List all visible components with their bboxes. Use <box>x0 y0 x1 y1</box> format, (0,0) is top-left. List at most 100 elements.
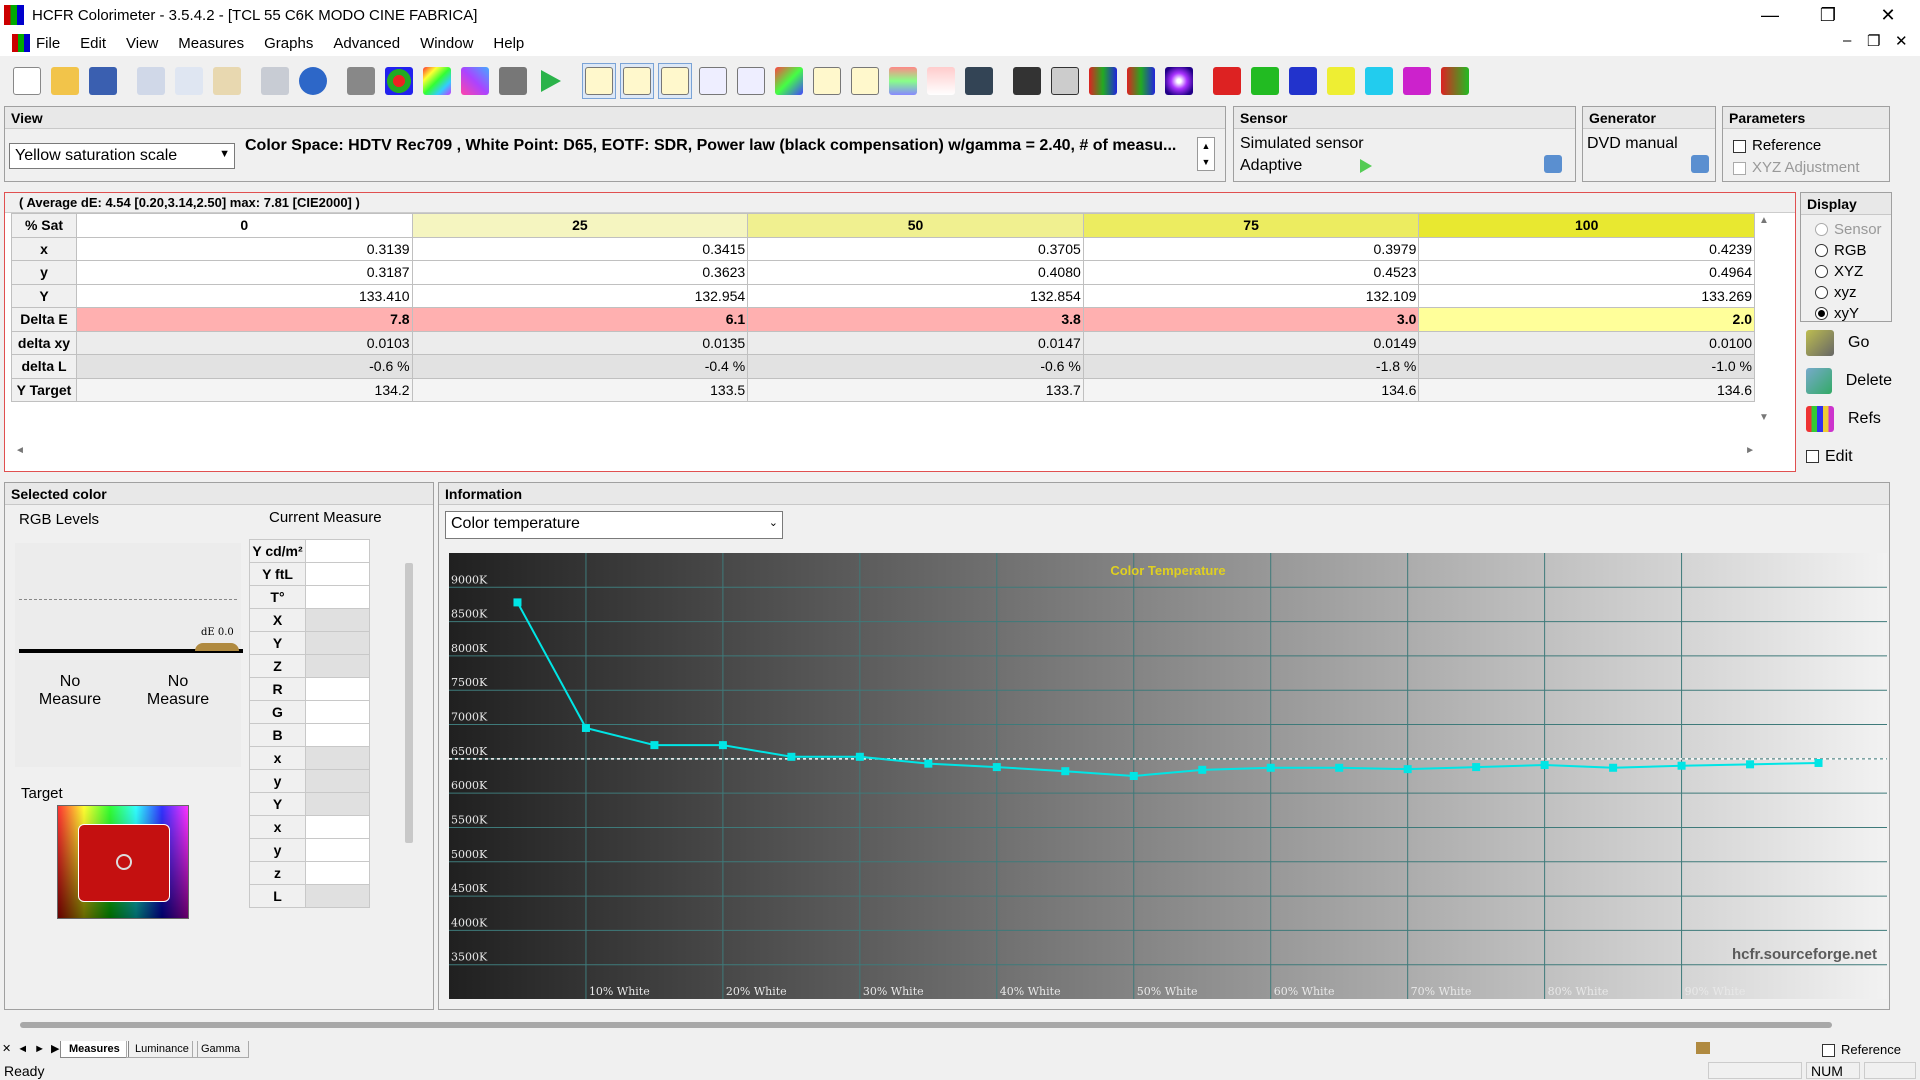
menu-advanced[interactable]: Advanced <box>323 35 410 52</box>
main-horizontal-scrollbar[interactable] <box>20 1022 1832 1028</box>
grid-cell[interactable]: 132.954 <box>411 283 749 308</box>
grid-cell[interactable]: 0.3187 <box>76 260 413 285</box>
grid-cell[interactable]: 0.0135 <box>411 330 749 355</box>
radio-xyz-upper[interactable]: XYZ <box>1801 261 1891 282</box>
grid-cell[interactable]: 133.269 <box>1418 283 1755 308</box>
grid-cell[interactable]: 132.854 <box>747 283 1084 308</box>
grid-cell[interactable]: 2.0 <box>1418 307 1755 332</box>
menu-measures[interactable]: Measures <box>168 35 254 52</box>
grid-cell[interactable]: 0.4523 <box>1082 260 1420 285</box>
menu-help[interactable]: Help <box>483 35 534 52</box>
grid-cell[interactable]: 0.4080 <box>747 260 1084 285</box>
view-rgb-button[interactable] <box>696 63 730 99</box>
open-button[interactable] <box>48 63 82 99</box>
column-header[interactable]: 0 <box>76 213 413 238</box>
grid-cell[interactable]: 133.7 <box>747 377 1084 402</box>
mdi-minimize-button[interactable]: – <box>1843 32 1851 49</box>
grid-cell[interactable]: 134.6 <box>1418 377 1755 402</box>
radio-dot[interactable] <box>1815 307 1828 320</box>
column-header[interactable]: 75 <box>1082 213 1420 238</box>
measure-blue-sat-button[interactable] <box>1286 63 1320 99</box>
radio-xyy[interactable]: xyY <box>1801 303 1891 324</box>
radio-rgb[interactable]: RGB <box>1801 240 1891 261</box>
go-button[interactable]: Go <box>1800 328 1892 358</box>
grid-cell[interactable]: -1.8 % <box>1082 354 1420 379</box>
menu-edit[interactable]: Edit <box>70 35 116 52</box>
mdi-close-button[interactable]: ✕ <box>1895 32 1908 50</box>
grid-horizontal-scrollbar[interactable]: ◄ ► <box>15 445 1755 459</box>
column-header[interactable]: 50 <box>747 213 1084 238</box>
view-satshift-button[interactable] <box>886 63 920 99</box>
sensor-play-icon[interactable] <box>1360 159 1372 173</box>
grid-cell[interactable]: 0.0100 <box>1418 330 1755 355</box>
grid-cell[interactable]: -0.6 % <box>76 354 413 379</box>
play-button[interactable] <box>534 63 568 99</box>
edit-check[interactable] <box>1806 450 1819 464</box>
camera-button[interactable] <box>496 63 530 99</box>
delete-button[interactable]: Delete <box>1800 366 1892 396</box>
tab-nav-arrows[interactable]: ✕◄►▶ <box>2 1042 65 1055</box>
measure-magenta-sat-button[interactable] <box>1400 63 1434 99</box>
view-nearwhite-button[interactable] <box>962 63 996 99</box>
status-reference-checkbox[interactable]: Reference <box>1822 1042 1901 1058</box>
grid-cell[interactable]: 3.8 <box>747 307 1084 332</box>
rgb-button[interactable] <box>382 63 416 99</box>
new-button[interactable] <box>10 63 44 99</box>
tab-luminance[interactable]: Luminance <box>126 1041 198 1058</box>
measure-grayscale-button[interactable] <box>1010 63 1044 99</box>
measure-primaries-button[interactable] <box>1086 63 1120 99</box>
refs-button[interactable]: Refs <box>1800 404 1892 434</box>
measure-green-sat-button[interactable] <box>1248 63 1282 99</box>
grid-cell[interactable]: 7.8 <box>76 307 413 332</box>
tab-measures[interactable]: Measures <box>60 1041 129 1058</box>
grid-cell[interactable]: -0.6 % <box>747 354 1084 379</box>
generator-config-icon[interactable] <box>1691 155 1709 173</box>
grid-cell[interactable]: -0.4 % <box>411 354 749 379</box>
grid-cell[interactable]: 0.3415 <box>411 236 749 261</box>
sensor-button[interactable] <box>344 63 378 99</box>
grid-cell[interactable]: 134.2 <box>76 377 413 402</box>
cut-button[interactable] <box>134 63 168 99</box>
menu-graphs[interactable]: Graphs <box>254 35 323 52</box>
print-button[interactable] <box>258 63 292 99</box>
copy-button[interactable] <box>172 63 206 99</box>
grid-cell[interactable]: 133.5 <box>411 377 749 402</box>
view-measures-button[interactable] <box>582 63 616 99</box>
edit-checkbox[interactable]: Edit <box>1800 448 1892 466</box>
measure-secondaries-button[interactable] <box>1124 63 1158 99</box>
menu-file[interactable]: File <box>36 35 70 52</box>
view-temp-button[interactable] <box>734 63 768 99</box>
grid-cell[interactable]: 133.410 <box>76 283 413 308</box>
status-reference-check[interactable] <box>1822 1044 1835 1058</box>
grid-cell[interactable]: 0.4239 <box>1418 236 1755 261</box>
grid-cell[interactable]: 0.0147 <box>747 330 1084 355</box>
measure-red-sat-button[interactable] <box>1210 63 1244 99</box>
view-gamma-button[interactable] <box>658 63 692 99</box>
view-ire2-button[interactable] <box>848 63 882 99</box>
mdi-restore-button[interactable]: ❐ <box>1867 32 1880 50</box>
grid-cell[interactable]: 0.3623 <box>411 260 749 285</box>
grid-cell[interactable]: 0.0149 <box>1082 330 1420 355</box>
measure-cyan-sat-button[interactable] <box>1362 63 1396 99</box>
view-select[interactable]: Yellow saturation scale ▼ <box>9 143 235 169</box>
radio-dot[interactable] <box>1815 265 1828 278</box>
paste-button[interactable] <box>210 63 244 99</box>
radio-dot[interactable] <box>1815 223 1828 236</box>
reference-check[interactable] <box>1733 139 1746 153</box>
grid-cell[interactable]: 134.6 <box>1082 377 1420 402</box>
view-cie-button[interactable] <box>772 63 806 99</box>
column-header[interactable]: 100 <box>1418 213 1755 238</box>
menu-view[interactable]: View <box>116 35 168 52</box>
grid-cell[interactable]: 3.0 <box>1082 307 1420 332</box>
patterns-button[interactable] <box>458 63 492 99</box>
grid-cell[interactable]: -1.0 % <box>1418 354 1755 379</box>
grid-cell[interactable]: 132.109 <box>1082 283 1420 308</box>
grid-cell[interactable]: 0.3705 <box>747 236 1084 261</box>
minimize-button[interactable]: — <box>1740 0 1800 30</box>
maximize-button[interactable]: ❐ <box>1798 0 1858 30</box>
column-header[interactable]: 25 <box>411 213 749 238</box>
help-button[interactable] <box>296 63 330 99</box>
menu-window[interactable]: Window <box>410 35 483 52</box>
information-select[interactable]: Color temperature ⌄ <box>445 511 783 539</box>
reference-checkbox[interactable]: Reference <box>1733 137 1821 154</box>
